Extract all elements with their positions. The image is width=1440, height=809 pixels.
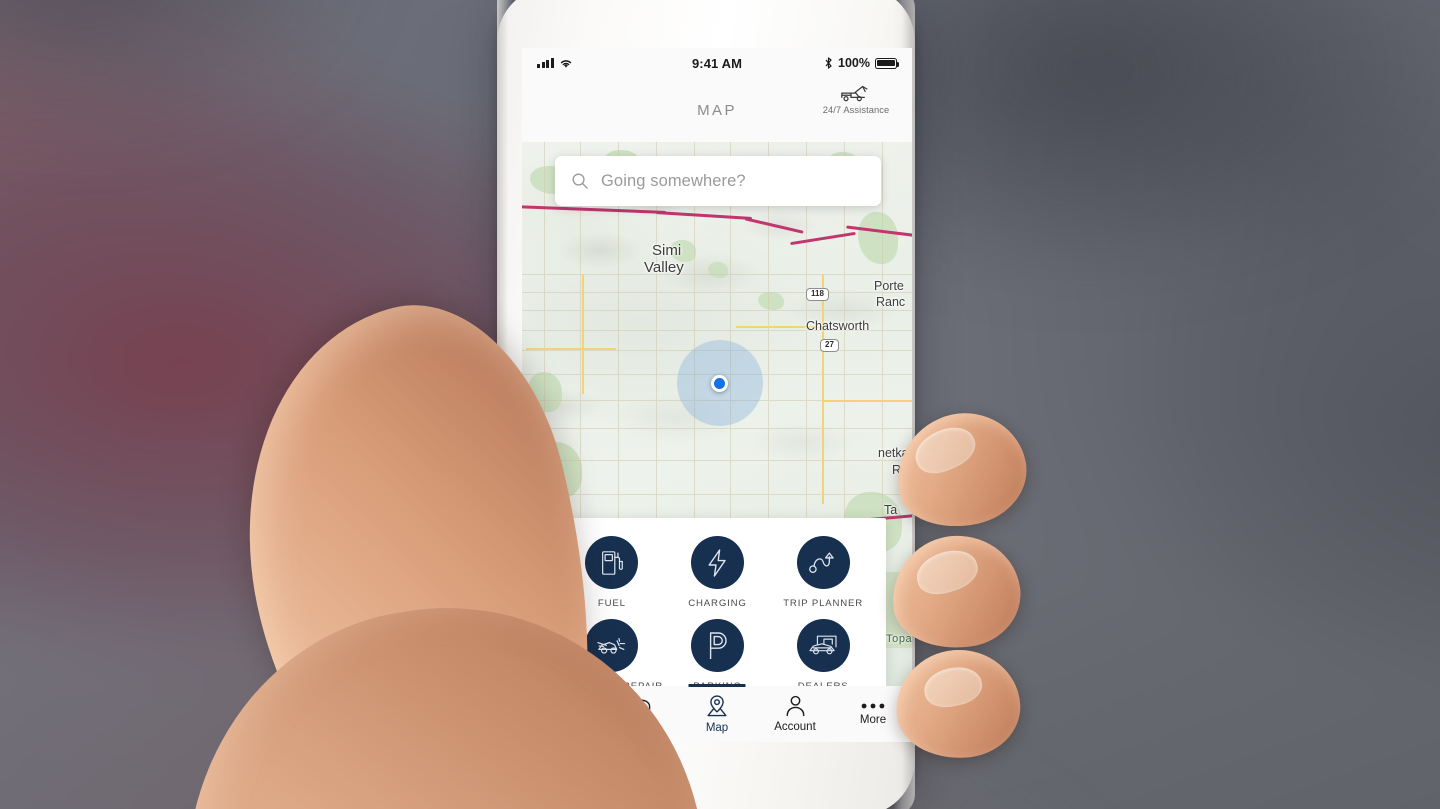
- map-label: R: [892, 463, 902, 477]
- tab-more[interactable]: More: [834, 686, 912, 742]
- map-label: ke: [522, 503, 534, 517]
- map-actions-card: FUEL CHARGING TRIP PLANNER: [549, 518, 886, 708]
- fuel-pump-icon: [601, 550, 623, 575]
- tab-map[interactable]: Map: [678, 686, 756, 742]
- assistance-label: 24/7 Assistance: [822, 105, 890, 115]
- bottom-tab-bar: Home Vehicle Map Account More: [522, 686, 912, 742]
- status-bar-left: [537, 58, 692, 69]
- phone-device-frame: 9:41 AM 100% MAP 24/7 Assistance 118 27 …: [497, 0, 915, 809]
- home-icon: [550, 696, 572, 716]
- action-icon-circle: [690, 619, 744, 672]
- tab-vehicle[interactable]: Vehicle: [600, 686, 678, 742]
- battery-icon: [875, 57, 900, 69]
- ellipsis-icon: [861, 703, 885, 709]
- tab-label: More: [859, 714, 887, 726]
- action-dealers[interactable]: DEALERS: [770, 619, 876, 692]
- lightning-bolt-icon: [708, 548, 727, 577]
- parking-p-icon: [710, 631, 728, 659]
- map-label: netka: [878, 446, 909, 460]
- action-charging[interactable]: CHARGING: [665, 536, 771, 609]
- action-icon-circle: [796, 619, 850, 672]
- action-parking[interactable]: PARKING: [665, 619, 771, 692]
- status-bar: 9:41 AM 100%: [522, 48, 912, 78]
- bluetooth-icon: [825, 57, 832, 69]
- action-trip-planner[interactable]: TRIP PLANNER: [770, 536, 876, 609]
- action-label: FUEL: [597, 598, 626, 609]
- wifi-icon: [560, 59, 571, 68]
- tab-label: Home: [545, 720, 577, 733]
- status-bar-time: 9:41 AM: [691, 55, 743, 71]
- tab-label: Map: [705, 722, 729, 734]
- map-label: ge: [522, 519, 534, 533]
- tab-label: Account: [774, 721, 816, 733]
- map-label: Topa: [886, 633, 912, 645]
- search-icon: [572, 173, 588, 189]
- map-label: Valley: [644, 259, 684, 276]
- battery-percent-label: 100%: [838, 56, 871, 70]
- map-label: Ranc: [876, 295, 906, 309]
- tow-truck-icon: [841, 85, 868, 102]
- highway-shield: 118: [806, 288, 829, 301]
- highway-shield: 27: [820, 339, 839, 352]
- action-label: TRIP PLANNER: [783, 598, 864, 609]
- map-label: Porte: [874, 279, 904, 293]
- action-icon-circle: [585, 619, 639, 672]
- current-location-dot: [711, 375, 728, 392]
- tab-label: Vehicle: [620, 719, 658, 731]
- cellular-signal-icon: [537, 58, 554, 68]
- route-arrow-icon: [809, 551, 834, 573]
- search-input[interactable]: Going somewhere?: [601, 172, 746, 191]
- status-bar-right: 100%: [742, 56, 900, 70]
- phone-screen: 9:41 AM 100% MAP 24/7 Assistance 118 27 …: [522, 48, 912, 742]
- map-label: Chatsworth: [806, 319, 870, 333]
- action-fuel[interactable]: FUEL: [559, 536, 665, 609]
- action-icon-circle: [796, 536, 850, 589]
- map-label: Ta: [884, 503, 898, 517]
- app-header: MAP 24/7 Assistance: [522, 78, 912, 142]
- action-collision-repair[interactable]: COLLISION REPAIR: [559, 619, 665, 692]
- action-icon-circle: [690, 536, 744, 589]
- page-title: MAP: [697, 101, 737, 119]
- map-view[interactable]: 118 27 Simi Valley Chatsworth Porte Ranc…: [522, 142, 912, 742]
- car-collision-icon: [597, 637, 626, 654]
- search-bar[interactable]: Going somewhere?: [555, 156, 881, 206]
- person-icon: [786, 695, 804, 717]
- action-label: CHARGING: [688, 598, 747, 609]
- map-pin-icon: [707, 695, 727, 717]
- car-icon: [627, 699, 651, 712]
- tab-home[interactable]: Home: [522, 686, 600, 742]
- car-dealership-icon: [809, 635, 837, 654]
- map-label: Simi: [652, 242, 682, 259]
- assistance-button[interactable]: 24/7 Assistance: [810, 84, 902, 115]
- action-icon-circle: [585, 536, 639, 589]
- tab-account[interactable]: Account: [756, 686, 834, 742]
